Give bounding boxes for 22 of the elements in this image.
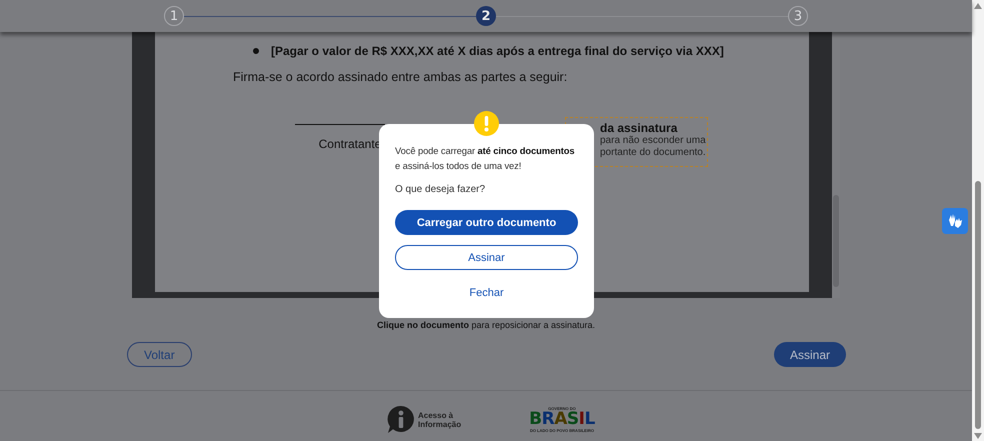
hint-text: Clique no documento para reposicionar a assinatura. (376, 320, 596, 330)
page-scrollbar[interactable] (972, 0, 984, 441)
scroll-up-icon[interactable] (974, 3, 982, 9)
scroll-down-icon[interactable] (974, 433, 982, 439)
access-info-text[interactable]: Acesso à Informação (418, 410, 462, 428)
upload-button[interactable]: Carregar outro documento (395, 210, 578, 235)
sign-button[interactable]: Assinar (395, 245, 578, 270)
bullet-text: [Pagar o valor de R$ XXX,XX até X dias após a entrega final do serviço via XXX] (271, 44, 724, 58)
bullet-icon (253, 48, 259, 54)
step-indicator: 2 (476, 6, 496, 26)
sign-language-button[interactable] (942, 208, 968, 234)
placeholder-title: da assinatura (600, 121, 678, 135)
step-indicator: 1 (164, 6, 184, 26)
dialog-question: O que deseja fazer? (395, 184, 486, 195)
signature-label: Contratante (318, 137, 382, 151)
sign-button[interactable]: Assinar (774, 342, 846, 367)
hands-icon (946, 212, 964, 230)
placeholder-text: portante do documento. (600, 147, 707, 159)
paragraph-text: Firma-se o acordo assinado entre ambas as partes a seguir: (233, 70, 568, 84)
placeholder-text: para não esconder uma (600, 135, 707, 147)
info-icon (387, 405, 415, 434)
step-indicator: 3 (788, 6, 808, 26)
